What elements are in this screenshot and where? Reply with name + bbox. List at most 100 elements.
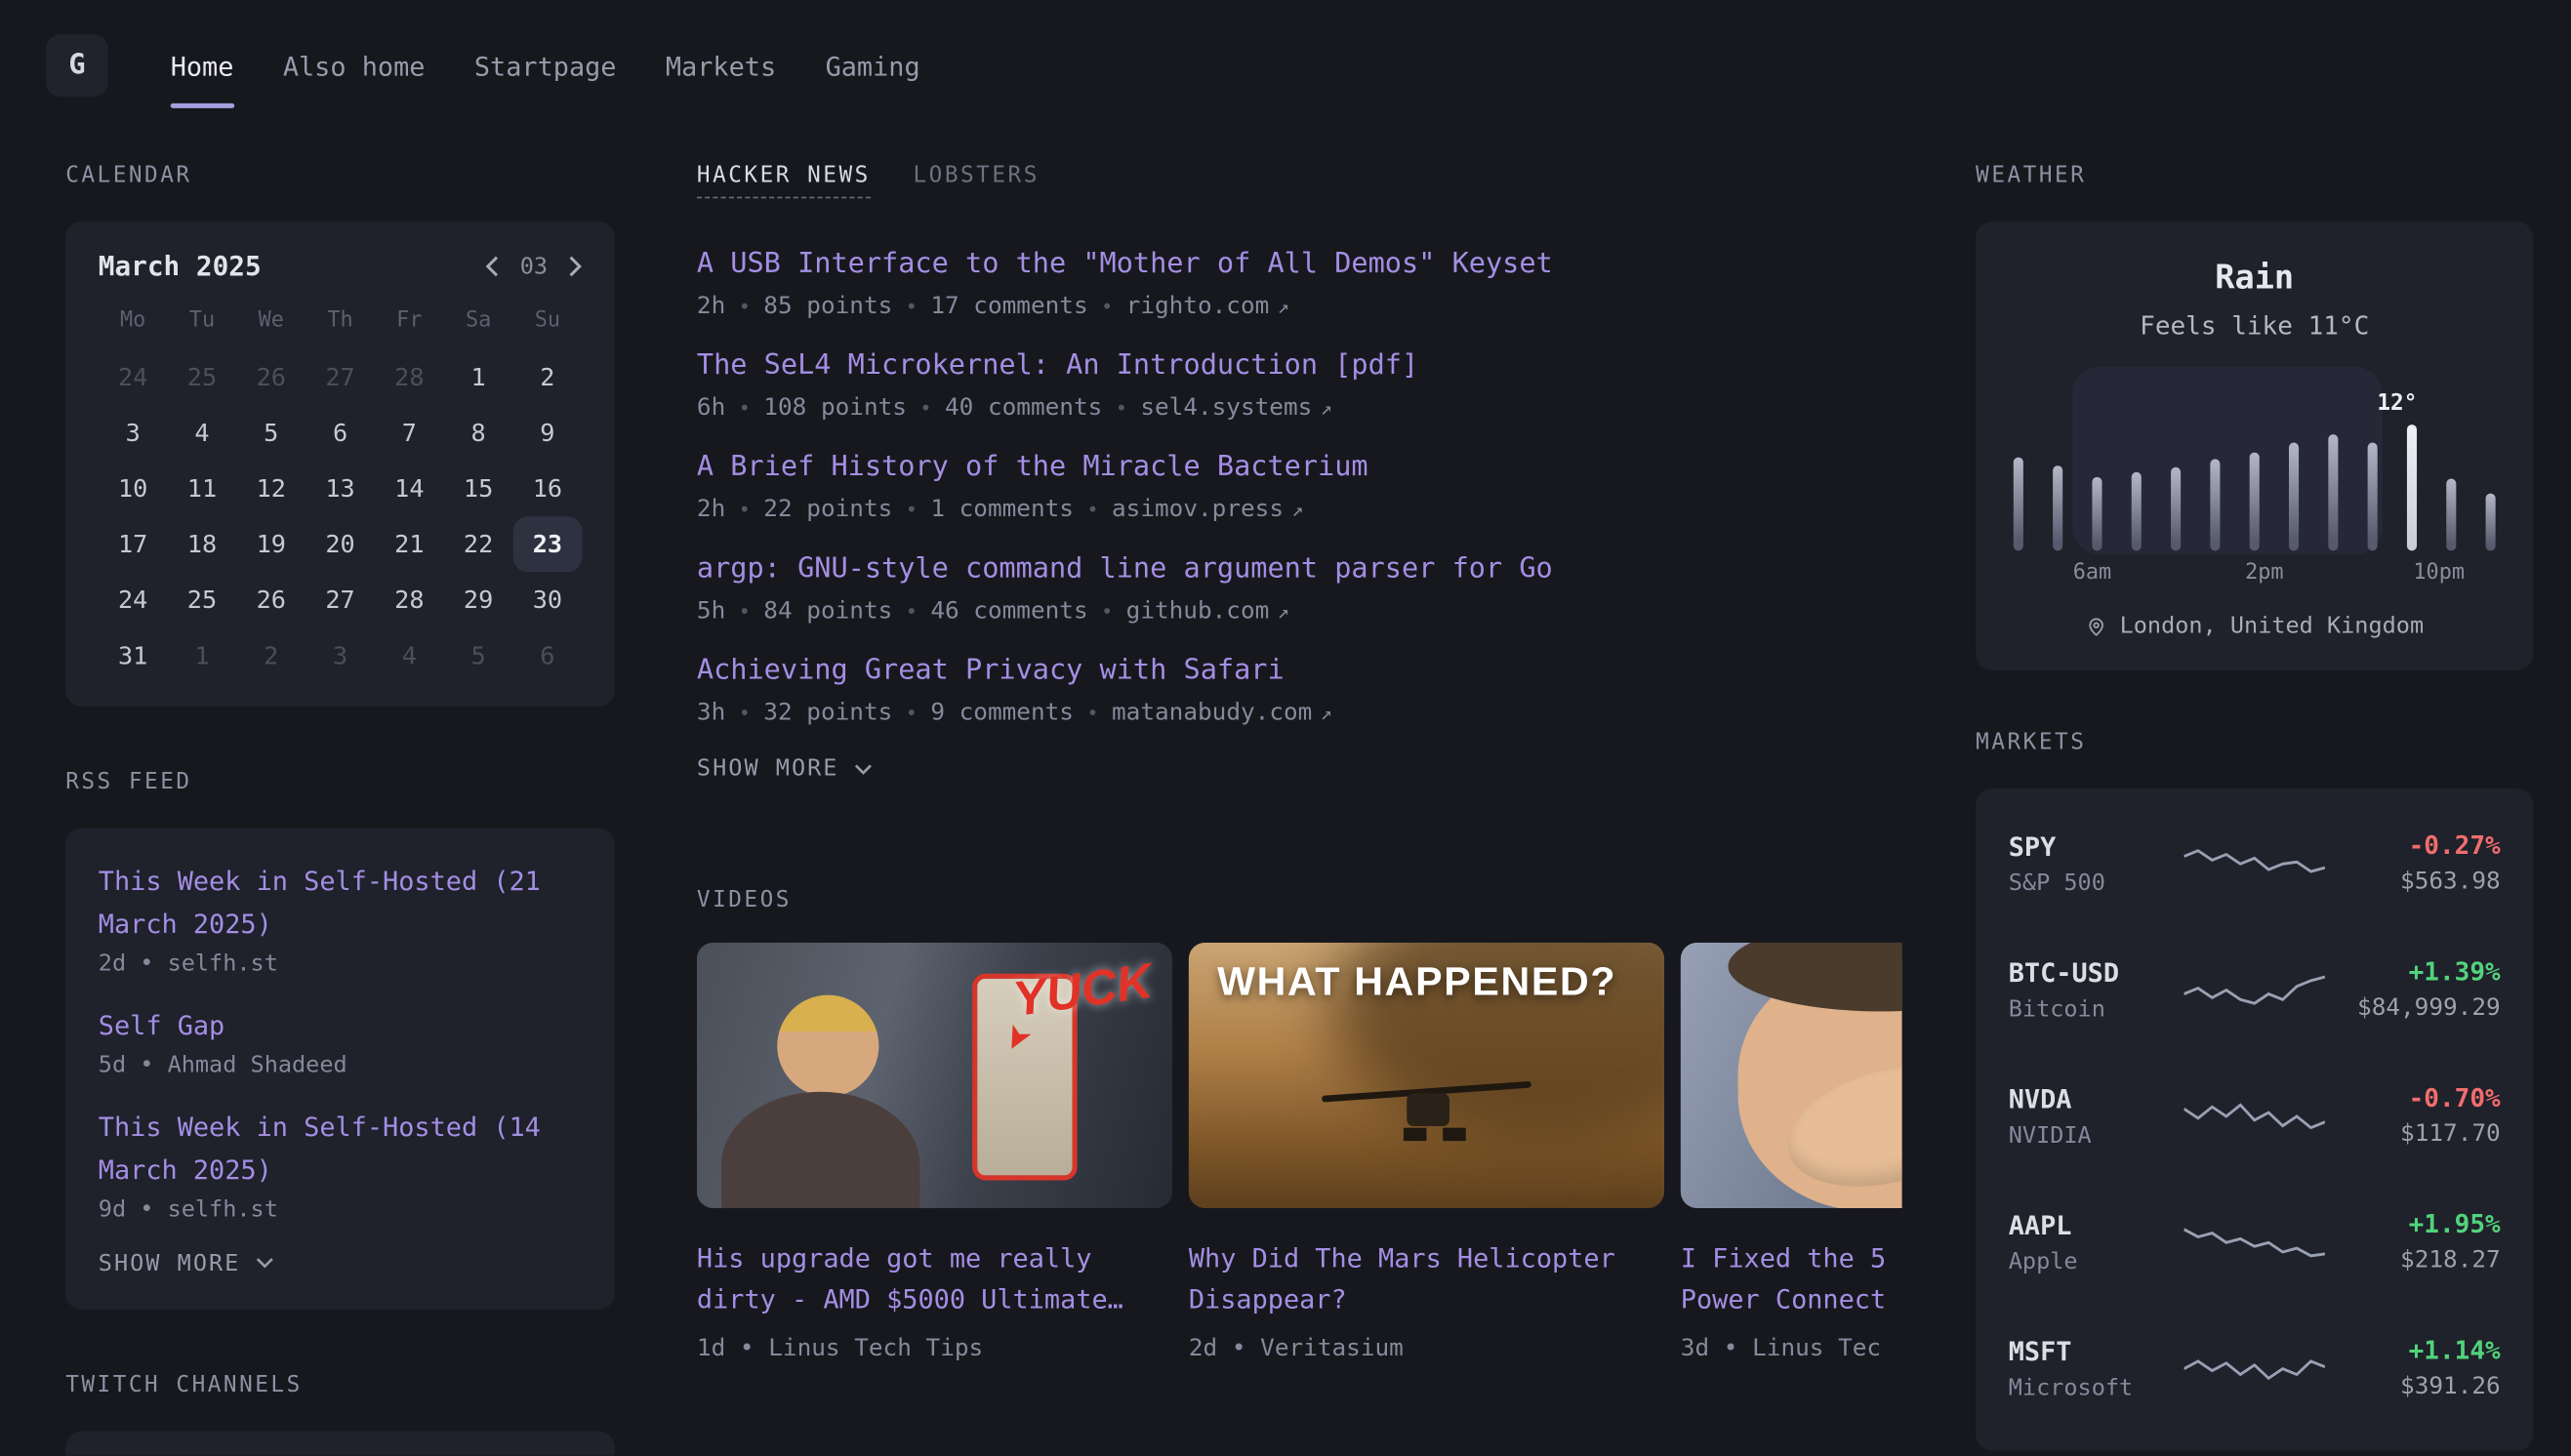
- external-link-icon: ↗: [1291, 499, 1303, 522]
- news-source-link[interactable]: righto.com↗: [1126, 294, 1289, 320]
- rss-item-title[interactable]: This Week in Self-Hosted (21 March 2025): [99, 861, 583, 946]
- calendar-day: 28: [375, 572, 444, 627]
- news-source-link[interactable]: asimov.press↗: [1112, 497, 1304, 523]
- news-source-link[interactable]: matanabudy.com↗: [1112, 700, 1332, 726]
- calendar-day: 1: [168, 627, 237, 683]
- news-meta-part: 2h: [697, 294, 725, 320]
- external-link-icon: ↗: [1321, 397, 1332, 421]
- nav-tab-home[interactable]: Home: [171, 0, 234, 131]
- news-meta-part: 22 points: [763, 497, 892, 523]
- thumbnail-art: [1408, 1094, 1450, 1127]
- market-row-msft[interactable]: MSFTMicrosoft+1.14%$391.26: [2009, 1305, 2501, 1431]
- calendar-nav: 03: [485, 254, 582, 280]
- market-name: Bitcoin: [2009, 995, 2184, 1022]
- market-row-spy[interactable]: SPYS&P 500-0.27%$563.98: [2009, 800, 2501, 926]
- calendar-day: 4: [168, 405, 237, 461]
- news-item-title[interactable]: The SeL4 Microkernel: An Introduction [p…: [697, 349, 1902, 383]
- chevron-down-icon: [854, 763, 872, 775]
- markets-widget: SPYS&P 500-0.27%$563.98BTC-USDBitcoin+1.…: [1976, 789, 2533, 1451]
- thumbnail-text: YUCK: [1010, 954, 1156, 1029]
- news-item-title[interactable]: A USB Interface to the "Mother of All De…: [697, 248, 1902, 281]
- nav-tabs: Home Also home Startpage Markets Gaming: [171, 0, 969, 131]
- separator-dot: •: [906, 702, 918, 725]
- market-ticker: SPY: [2009, 830, 2184, 862]
- weather-bar: [2368, 443, 2378, 550]
- chevron-right-icon[interactable]: [569, 256, 582, 277]
- rss-item-title[interactable]: Self Gap: [99, 1004, 583, 1047]
- chevron-left-icon[interactable]: [485, 256, 498, 277]
- news-item-title[interactable]: Achieving Great Privacy with Safari: [697, 654, 1902, 687]
- news-item-title[interactable]: argp: GNU-style command line argument pa…: [697, 552, 1902, 586]
- news-item-meta: 5h•84 points•46 comments•github.com↗: [697, 598, 1902, 625]
- news-meta-part: 46 comments: [930, 598, 1087, 625]
- news-item-meta: 3h•32 points•9 comments•matanabudy.com↗: [697, 700, 1902, 726]
- calendar-day: 29: [444, 572, 513, 627]
- market-price: $84,999.29: [2325, 995, 2501, 1022]
- weather-time-label: 10pm: [2413, 560, 2465, 585]
- video-thumbnail: WHAT HAPPENED?: [1189, 943, 1664, 1208]
- video-card[interactable]: WHAT HAPPENED? Why Did The Mars Helicopte…: [1189, 943, 1664, 1361]
- market-ticker: MSFT: [2009, 1335, 2184, 1366]
- market-price: $117.70: [2325, 1121, 2501, 1148]
- videos-row: YUCK➤His upgrade got me really dirty - A…: [697, 943, 1902, 1361]
- nav-tab-gaming[interactable]: Gaming: [826, 0, 920, 131]
- market-name: Microsoft: [2009, 1375, 2184, 1401]
- rss-widget: This Week in Self-Hosted (21 March 2025)…: [65, 828, 615, 1309]
- market-name: S&P 500: [2009, 870, 2184, 896]
- video-title[interactable]: Why Did The Mars Helicopter Disappear?: [1189, 1239, 1664, 1320]
- top-nav: G HomeAlso homeStartpageMarketsGaming: [0, 0, 2571, 131]
- weather-condition: Rain: [2009, 258, 2501, 297]
- calendar-day: 19: [236, 516, 306, 572]
- nav-tab-startpage[interactable]: Startpage: [474, 0, 617, 131]
- news-source-link[interactable]: sel4.systems↗: [1140, 395, 1332, 422]
- nav-tab-markets[interactable]: Markets: [666, 0, 776, 131]
- video-card[interactable]: YUCK➤His upgrade got me really dirty - A…: [697, 943, 1172, 1361]
- market-row-aapl[interactable]: AAPLApple+1.95%$218.27: [2009, 1179, 2501, 1305]
- video-card[interactable]: DO TH TOI Fixed the 5 Power Connect3d • …: [1681, 943, 1902, 1361]
- market-symbol-block: NVDANVIDIA: [2009, 1083, 2184, 1149]
- news-meta-part: 108 points: [763, 395, 907, 422]
- calendar-day: 27: [306, 349, 375, 405]
- external-link-icon: ↗: [1278, 600, 1289, 624]
- separator-dot: •: [919, 397, 931, 421]
- rss-item-title[interactable]: This Week in Self-Hosted (14 March 2025): [99, 1106, 583, 1191]
- news-show-more-button[interactable]: SHOW MORE: [697, 755, 1902, 782]
- news-tab-hacker-news[interactable]: HACKER NEWS: [697, 162, 871, 198]
- calendar-section-label: CALENDAR: [65, 162, 615, 188]
- market-ticker: AAPL: [2009, 1209, 2184, 1240]
- video-title[interactable]: I Fixed the 5 Power Connect: [1681, 1239, 1902, 1320]
- calendar-day: 27: [306, 572, 375, 627]
- twitch-section-label: TWITCH CHANNELS: [65, 1371, 615, 1397]
- thumbnail-art: [778, 995, 879, 1097]
- separator-dot: •: [739, 295, 751, 318]
- separator-dot: •: [1086, 702, 1098, 725]
- market-row-nvda[interactable]: NVDANVIDIA-0.70%$117.70: [2009, 1052, 2501, 1178]
- calendar-day: 3: [306, 627, 375, 683]
- news-item-title[interactable]: A Brief History of the Miracle Bacterium: [697, 451, 1902, 484]
- weather-feels-like: Feels like 11°C: [2009, 311, 2501, 341]
- news-tab-lobsters[interactable]: LOBSTERS: [913, 162, 1039, 196]
- news-meta-part: 32 points: [763, 700, 892, 726]
- calendar-page-indicator: 03: [520, 254, 548, 280]
- calendar-day: 1: [444, 349, 513, 405]
- news-meta-part: 9 comments: [930, 700, 1074, 726]
- market-row-btc-usd[interactable]: BTC-USDBitcoin+1.39%$84,999.29: [2009, 926, 2501, 1052]
- market-sparkline: [2183, 965, 2324, 1014]
- rss-show-more-button[interactable]: SHOW MORE: [99, 1250, 583, 1276]
- middle-column: HACKER NEWS LOBSTERS A USB Interface to t…: [697, 162, 1902, 1361]
- video-title[interactable]: His upgrade got me really dirty - AMD $5…: [697, 1239, 1172, 1320]
- video-thumbnail: DO TH TO: [1681, 943, 1902, 1208]
- weather-hourly-chart: 12° 6am2pm10pm: [2009, 381, 2501, 551]
- calendar-day: 14: [375, 461, 444, 516]
- nav-tab-also-home[interactable]: Also home: [283, 0, 426, 131]
- weather-bar: [2328, 435, 2338, 551]
- news-item-meta: 2h•85 points•17 comments•righto.com↗: [697, 294, 1902, 320]
- news-source-link[interactable]: github.com↗: [1126, 598, 1289, 625]
- news-item: A Brief History of the Miracle Bacterium…: [697, 451, 1902, 523]
- weather-bars: [2009, 381, 2501, 551]
- weather-bar: [2486, 493, 2496, 550]
- weather-time-axis: 6am2pm10pm: [2009, 560, 2501, 589]
- calendar-day: 5: [444, 627, 513, 683]
- calendar-day: 6: [306, 405, 375, 461]
- market-symbol-block: BTC-USDBitcoin: [2009, 956, 2184, 1022]
